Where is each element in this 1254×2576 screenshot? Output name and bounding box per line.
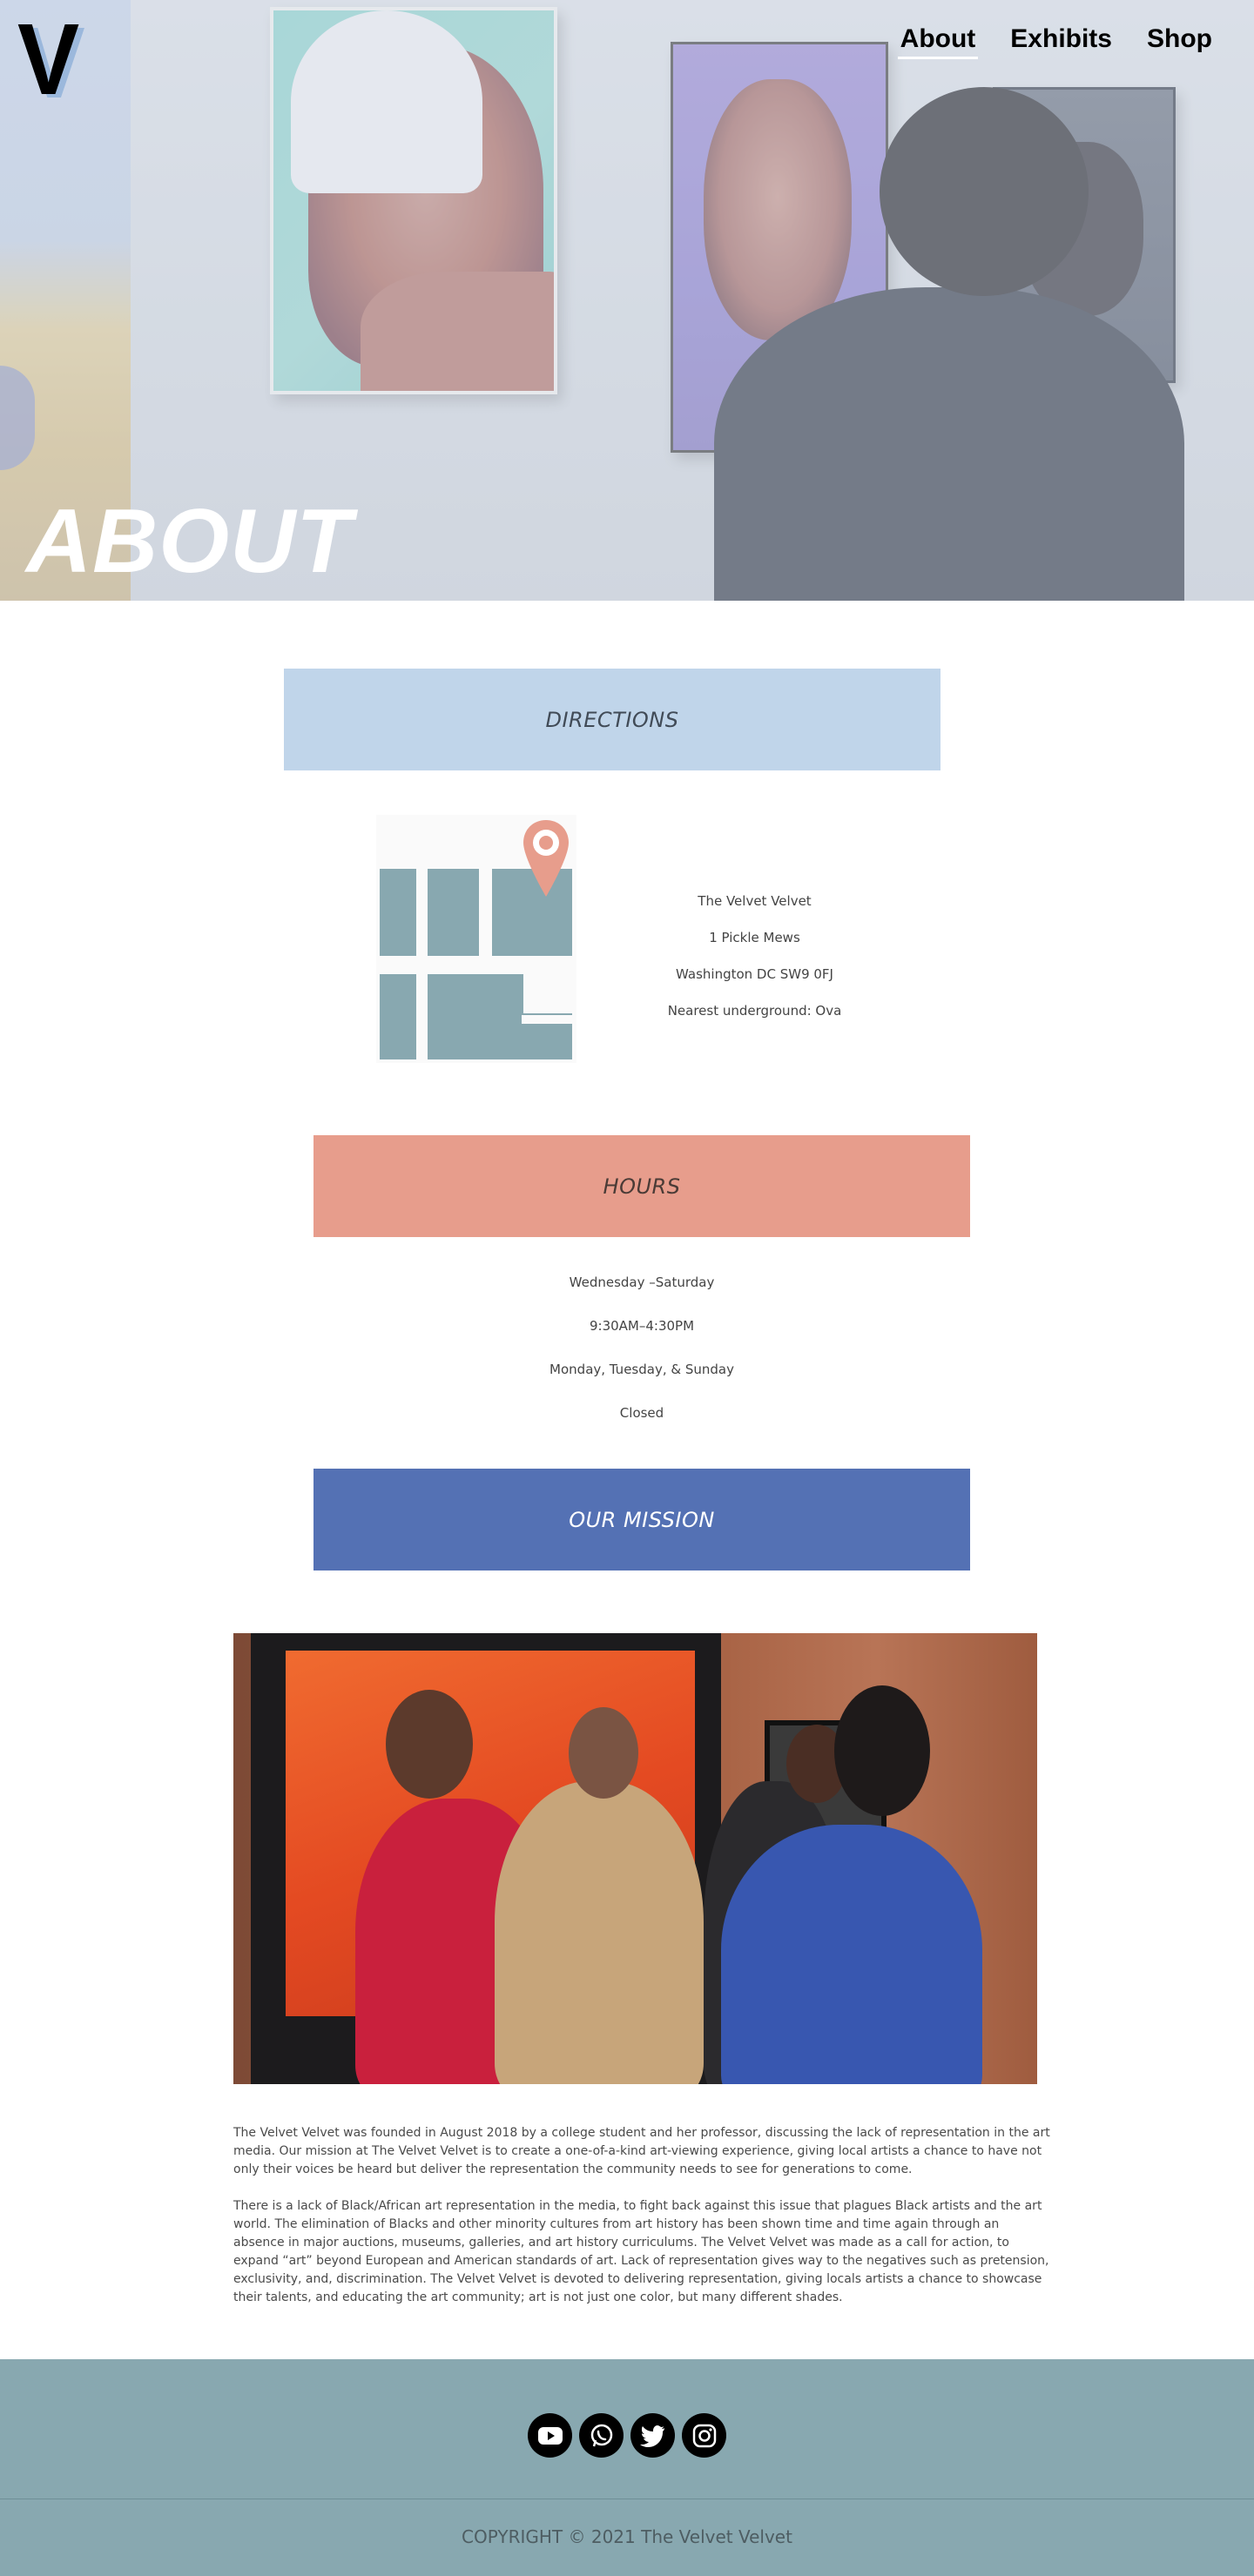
address-block: The Velvet Velvet 1 Pickle Mews Washingt… bbox=[636, 883, 873, 1029]
mission-paragraph-2: There is a lack of Black/African art rep… bbox=[233, 2199, 1049, 2304]
nav-shop[interactable]: Shop bbox=[1147, 24, 1212, 59]
hero-banner: V About Exhibits Shop ABOUT bbox=[0, 0, 1254, 601]
twitter-icon[interactable] bbox=[630, 2413, 675, 2458]
hours-heading: HOURS bbox=[314, 1135, 970, 1237]
location-pin-icon bbox=[523, 820, 569, 897]
hours-closed-days: Monday, Tuesday, & Sunday bbox=[549, 1362, 734, 1377]
mission-text: The Velvet Velvet was founded in August … bbox=[233, 2124, 1052, 2307]
map-illustration bbox=[376, 815, 576, 1063]
nav-exhibits[interactable]: Exhibits bbox=[1010, 24, 1112, 59]
youtube-icon[interactable] bbox=[528, 2413, 572, 2458]
mission-heading: OUR MISSION bbox=[314, 1469, 970, 1570]
hours-closed-label: Closed bbox=[619, 1405, 664, 1421]
address-city: Washington DC SW9 0FJ bbox=[676, 966, 833, 982]
site-logo[interactable]: V bbox=[17, 9, 79, 110]
mission-paragraph-1: The Velvet Velvet was founded in August … bbox=[233, 2126, 1050, 2176]
whatsapp-icon[interactable] bbox=[579, 2413, 624, 2458]
main-nav: About Exhibits Shop bbox=[897, 24, 1212, 59]
hours-block: Wednesday –Saturday 9:30AM–4:30PM Monday… bbox=[314, 1261, 970, 1435]
address-venue: The Velvet Velvet bbox=[698, 893, 812, 909]
hours-open-times: 9:30AM–4:30PM bbox=[589, 1318, 695, 1334]
mission-photo bbox=[233, 1633, 1037, 2084]
social-links bbox=[528, 2413, 726, 2458]
hours-open-days: Wednesday –Saturday bbox=[569, 1275, 715, 1290]
copyright-text: COPYRIGHT © 2021 The Velvet Velvet bbox=[462, 2526, 792, 2547]
instagram-icon[interactable] bbox=[682, 2413, 726, 2458]
address-underground: Nearest underground: Ova bbox=[667, 1003, 842, 1019]
directions-heading: DIRECTIONS bbox=[284, 669, 940, 770]
address-street: 1 Pickle Mews bbox=[709, 930, 800, 945]
page-title: ABOUT bbox=[26, 491, 353, 592]
nav-about[interactable]: About bbox=[897, 24, 978, 59]
